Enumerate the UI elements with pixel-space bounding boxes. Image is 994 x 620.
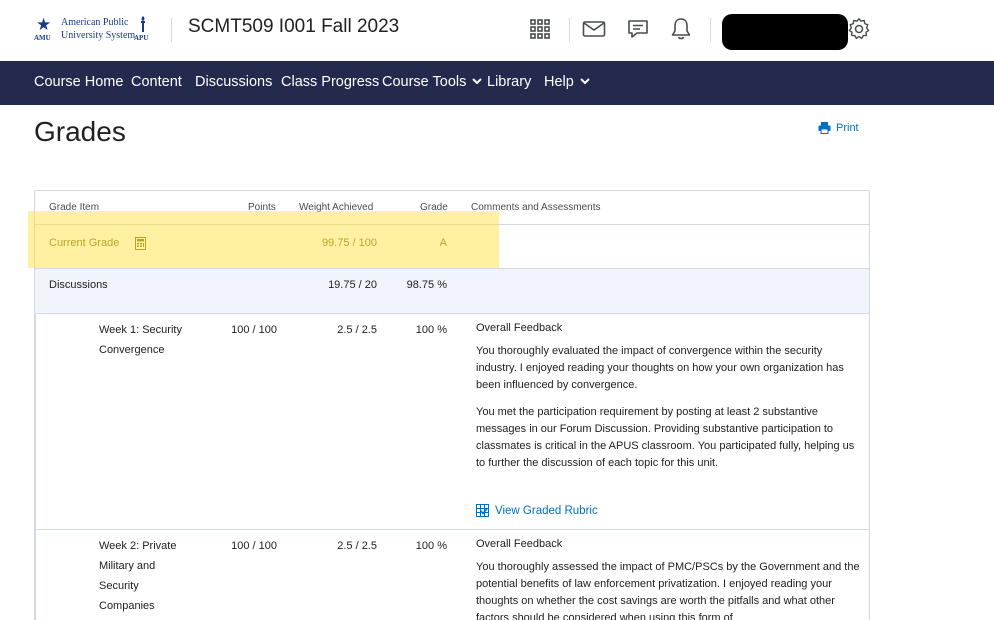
item-name: Week 2: Private <box>99 540 177 552</box>
item-name-cont: Security <box>99 580 139 592</box>
feedback-title: Overall Feedback <box>476 538 563 550</box>
star-icon: ★ <box>36 15 52 34</box>
torch-icon <box>141 16 145 32</box>
printer-icon <box>818 122 831 134</box>
category-grade: 98.75 % <box>406 279 447 291</box>
nav-label: Course Home <box>34 74 124 90</box>
nav-label: Help <box>544 74 574 90</box>
header-divider <box>710 18 711 42</box>
course-title[interactable]: SCMT509 I001 Fall 2023 <box>188 16 399 38</box>
feedback-title: Overall Feedback <box>476 322 563 334</box>
header-divider <box>171 18 172 42</box>
indent-gutter <box>35 314 36 620</box>
feedback-paragraph: You thoroughly evaluated the impact of c… <box>476 345 844 391</box>
grades-table: Grade Item Points Weight Achieved Grade … <box>34 190 870 620</box>
apps-grid-icon[interactable] <box>527 16 553 42</box>
top-header: ★ AMU American Public University System … <box>0 0 994 61</box>
chevron-down-icon <box>580 78 590 85</box>
item-name-cont: Companies <box>99 600 155 612</box>
item-weight: 2.5 / 2.5 <box>337 324 377 336</box>
print-label: Print <box>836 121 859 134</box>
category-weight: 19.75 / 20 <box>328 279 377 291</box>
row-divider <box>35 224 869 225</box>
nav-course-home[interactable]: Course Home <box>34 74 123 90</box>
header-divider <box>569 18 570 42</box>
category-label: Discussions <box>49 279 108 291</box>
course-navbar: Course Home Content Discussions Class Pr… <box>0 61 994 105</box>
nav-library[interactable]: Library <box>487 74 531 90</box>
item-name: Week 1: Security <box>99 324 182 336</box>
apus-logo[interactable]: ★ AMU American Public University System … <box>34 16 156 46</box>
logo-line2: University System <box>61 30 136 41</box>
item-grade: 100 % <box>415 540 447 552</box>
item-weight: 2.5 / 2.5 <box>337 540 377 552</box>
item-name-cont: Military and <box>99 560 156 572</box>
item-grade: 100 % <box>415 324 447 336</box>
current-grade-weight: 99.75 / 100 <box>321 237 377 249</box>
redacted-user-name[interactable] <box>722 14 848 50</box>
col-header-comments[interactable]: Comments and Assessments <box>471 202 601 213</box>
nav-label: Discussions <box>195 74 273 90</box>
logo-apu-text: APU <box>134 34 149 42</box>
nav-help[interactable]: Help <box>544 74 591 90</box>
category-row: Discussions 19.75 / 20 98.75 % <box>35 269 869 313</box>
nav-label: Library <box>487 74 532 90</box>
nav-discussions[interactable]: Discussions <box>195 74 272 90</box>
nav-label: Class Progress <box>281 74 380 90</box>
chevron-down-icon <box>472 78 483 85</box>
col-header-grade-item[interactable]: Grade Item <box>49 202 99 213</box>
col-header-grade[interactable]: Grade <box>420 202 448 213</box>
col-header-weight[interactable]: Weight Achieved <box>299 202 373 213</box>
item-name-cont: Convergence <box>99 344 165 356</box>
mail-icon[interactable] <box>581 16 607 42</box>
view-graded-rubric-link[interactable]: View Graded Rubric <box>476 504 598 517</box>
nav-content[interactable]: Content <box>131 74 182 90</box>
nav-label: Content <box>131 74 182 90</box>
rubric-icon <box>476 504 489 517</box>
col-header-points[interactable]: Points <box>248 202 276 213</box>
logo-line1: American Public <box>61 17 129 28</box>
row-divider <box>35 313 869 314</box>
feedback-paragraph: You thoroughly assessed the impact of PM… <box>476 561 860 620</box>
nav-course-tools[interactable]: Course Tools <box>382 74 483 90</box>
current-grade-label: Current Grade <box>49 237 120 249</box>
logo-amu-text: AMU <box>34 34 51 42</box>
row-divider <box>35 529 869 530</box>
current-grade-letter: A <box>439 237 447 249</box>
bell-icon[interactable] <box>668 16 694 42</box>
feedback-paragraph: You met the participation requirement by… <box>476 406 855 469</box>
rubric-label: View Graded Rubric <box>495 504 598 517</box>
nav-class-progress[interactable]: Class Progress <box>281 74 379 90</box>
item-points: 100 / 100 <box>231 324 277 336</box>
chat-icon[interactable] <box>625 16 651 42</box>
item-points: 100 / 100 <box>231 540 277 552</box>
nav-label: Course Tools <box>382 74 467 90</box>
gear-icon[interactable] <box>846 16 872 42</box>
print-button[interactable]: Print <box>818 121 859 134</box>
page-title: Grades <box>34 116 126 147</box>
calculator-icon[interactable] <box>135 237 146 250</box>
